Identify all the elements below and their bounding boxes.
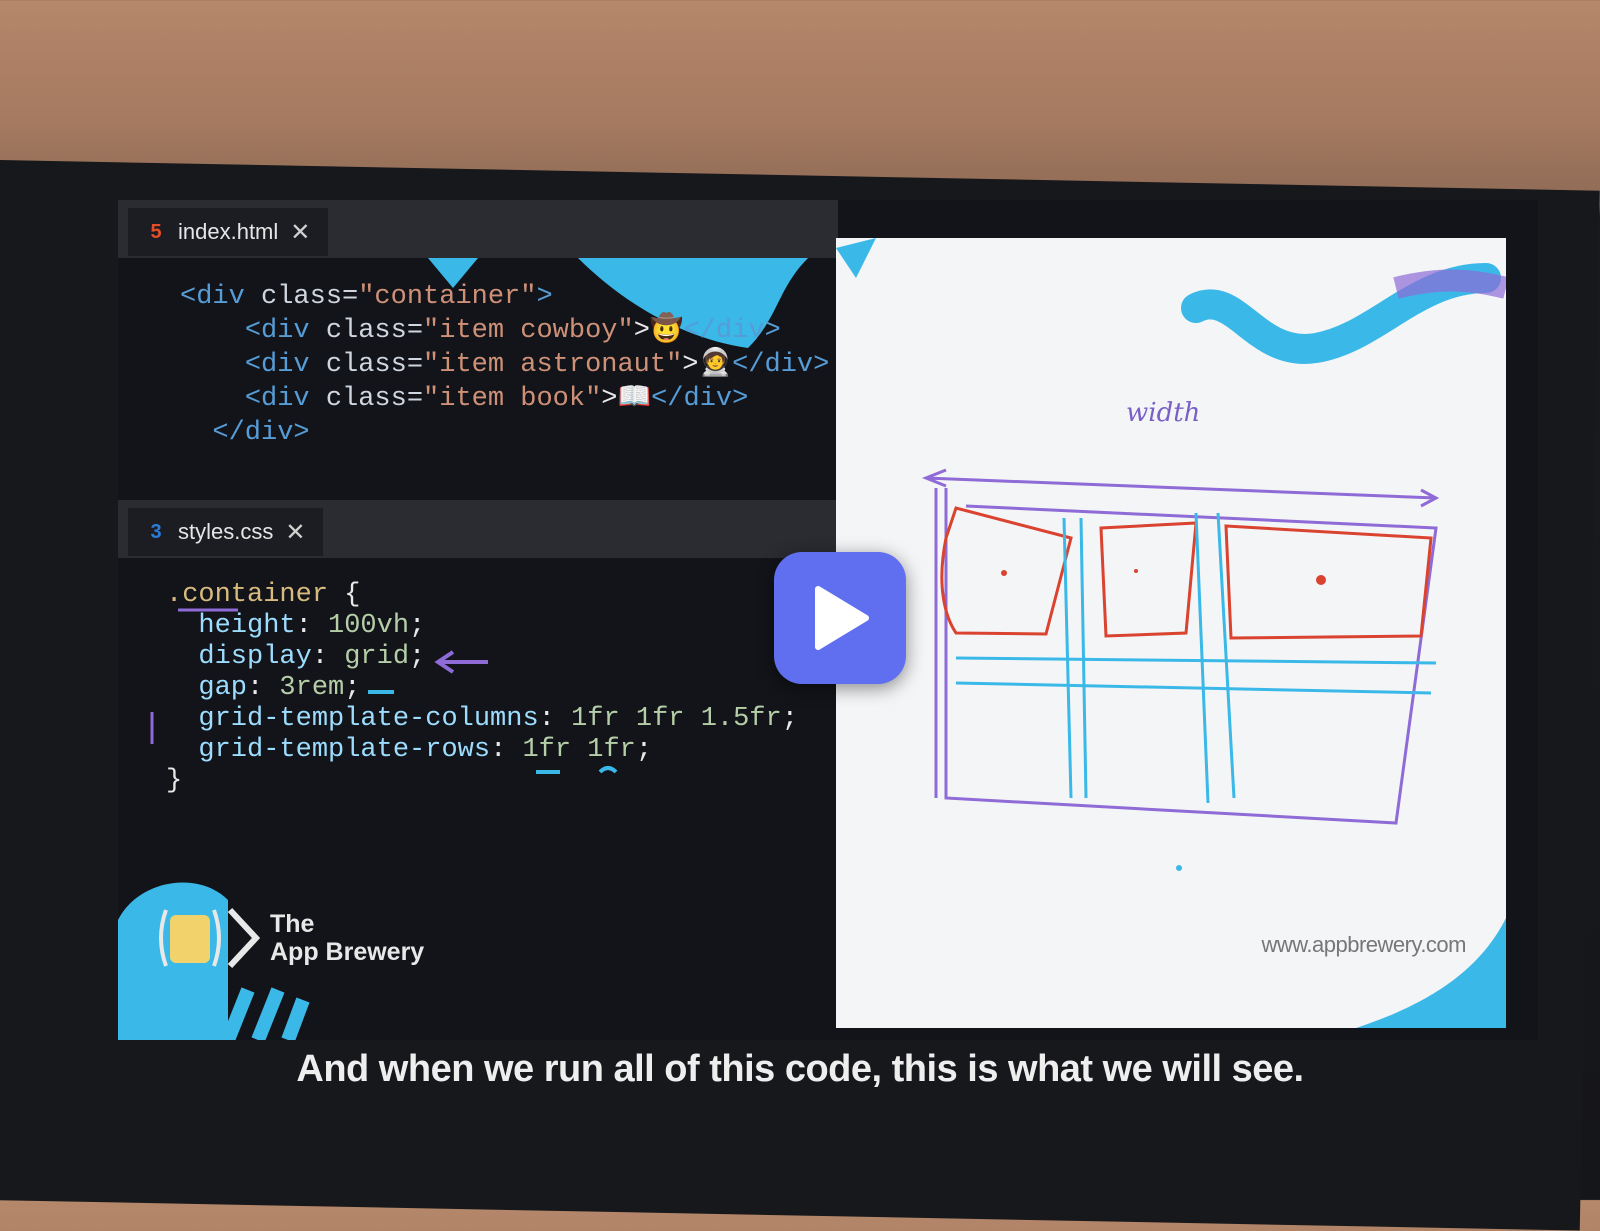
website-url: www.appbrewery.com [1261, 932, 1466, 957]
app-brewery-logo: The App Brewery [118, 880, 448, 1040]
video-frame: 5 index.html ✕ <div class="container"> <… [118, 200, 1538, 1040]
brand-name: The App Brewery [270, 910, 425, 966]
close-icon[interactable]: ✕ [290, 218, 310, 247]
tab-filename: styles.css [178, 519, 274, 544]
width-annotation: width [1126, 398, 1201, 428]
tab-filename: index.html [178, 219, 279, 244]
play-icon [815, 586, 869, 650]
grid-sketch [836, 238, 1506, 1028]
whiteboard: width www.appbrewery.com [836, 238, 1506, 1028]
tab-index-html[interactable]: 5 index.html ✕ [128, 208, 329, 256]
play-button[interactable] [774, 552, 906, 684]
html-code: <div class="container"> <div class="item… [180, 282, 830, 448]
css-tabbar: 3 styles.css ✕ [118, 500, 838, 558]
css3-icon: 3 [150, 520, 162, 543]
html-tabbar: 5 index.html ✕ [118, 200, 838, 258]
html5-icon: 5 [150, 220, 162, 243]
subtitle-caption: And when we run all of this code, this i… [296, 1048, 1304, 1090]
tab-styles-css[interactable]: 3 styles.css ✕ [128, 508, 324, 556]
css-annotations [150, 608, 618, 774]
close-icon[interactable]: ✕ [285, 518, 305, 547]
